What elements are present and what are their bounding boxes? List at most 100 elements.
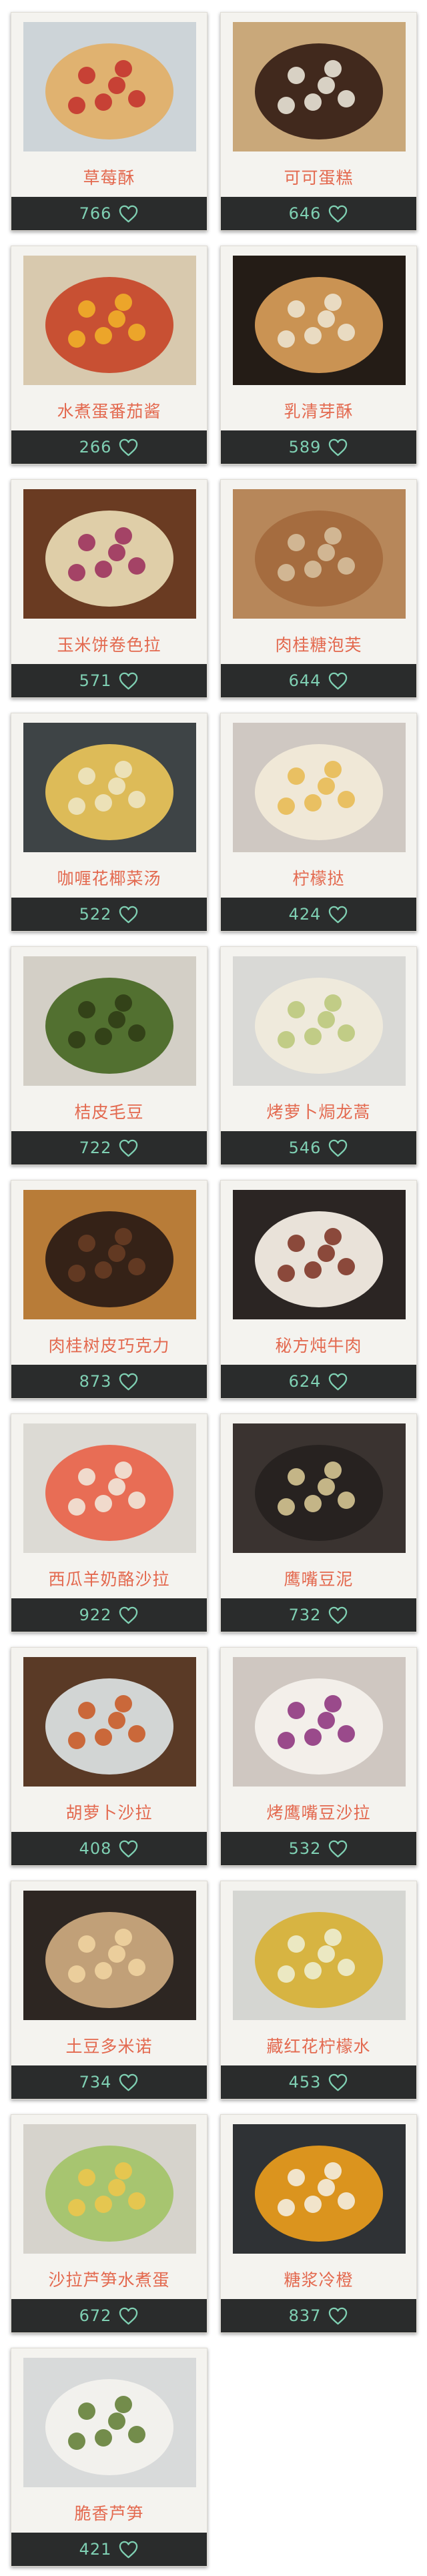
recipe-card[interactable]: 烤萝卜焗龙蒿 546 (220, 946, 417, 1165)
recipe-title[interactable]: 肉桂树皮巧克力 (11, 1326, 207, 1366)
recipe-title[interactable]: 水煮蛋番茄酱 (11, 392, 207, 432)
recipe-title[interactable]: 沙拉芦笋水煮蛋 (11, 2260, 207, 2300)
heart-icon[interactable] (118, 438, 139, 457)
recipe-photo[interactable] (233, 1190, 406, 1319)
recipe-card[interactable]: 烤鹰嘴豆沙拉 532 (220, 1647, 417, 1866)
recipe-photo[interactable] (233, 256, 406, 385)
recipe-card[interactable]: 肉桂糖泡芙 644 (220, 479, 417, 698)
like-count: 922 (79, 1606, 112, 1624)
like-count: 266 (79, 438, 112, 456)
heart-icon[interactable] (328, 1606, 348, 1625)
recipe-title[interactable]: 玉米饼卷色拉 (11, 625, 207, 665)
like-bar: 922 (11, 1598, 207, 1632)
recipe-title[interactable]: 秘方炖牛肉 (221, 1326, 416, 1366)
recipe-title[interactable]: 土豆多米诺 (11, 2027, 207, 2067)
heart-icon[interactable] (328, 1372, 348, 1391)
recipe-card[interactable]: 糖浆冷橙 837 (220, 2114, 417, 2333)
recipe-title[interactable]: 鹰嘴豆泥 (221, 1560, 416, 1600)
like-bar: 734 (11, 2065, 207, 2099)
recipe-title[interactable]: 柠檬挞 (221, 859, 416, 899)
like-bar: 873 (11, 1365, 207, 1398)
recipe-photo[interactable] (233, 956, 406, 1086)
recipe-photo[interactable] (23, 1891, 196, 2020)
recipe-title[interactable]: 西瓜羊奶酪沙拉 (11, 1560, 207, 1600)
heart-icon[interactable] (118, 204, 139, 224)
recipe-title[interactable]: 烤萝卜焗龙蒿 (221, 1092, 416, 1133)
heart-icon[interactable] (328, 905, 348, 924)
recipe-photo[interactable] (233, 22, 406, 151)
recipe-photo[interactable] (23, 256, 196, 385)
recipe-grid: 草莓酥 766 可可蛋糕 646 水煮蛋番茄酱 266 乳清芽酥 589 玉米饼卷色拉 571 肉桂… (0, 0, 427, 2576)
recipe-title[interactable]: 糖浆冷橙 (221, 2260, 416, 2300)
recipe-photo[interactable] (23, 1423, 196, 1553)
recipe-card[interactable]: 乳清芽酥 589 (220, 246, 417, 464)
recipe-photo[interactable] (23, 1190, 196, 1319)
recipe-photo[interactable] (23, 1657, 196, 1787)
recipe-title[interactable]: 可可蛋糕 (221, 158, 416, 198)
heart-icon[interactable] (328, 1139, 348, 1158)
like-bar: 532 (221, 1832, 416, 1865)
recipe-card[interactable]: 桔皮毛豆 722 (11, 946, 207, 1165)
recipe-photo[interactable] (23, 22, 196, 151)
recipe-photo[interactable] (233, 2124, 406, 2254)
heart-icon[interactable] (118, 1606, 139, 1625)
recipe-photo[interactable] (23, 2124, 196, 2254)
recipe-photo[interactable] (23, 956, 196, 1086)
recipe-card[interactable]: 土豆多米诺 734 (11, 1881, 207, 2100)
heart-icon[interactable] (118, 2306, 139, 2326)
heart-icon[interactable] (328, 2306, 348, 2326)
recipe-photo[interactable] (233, 489, 406, 619)
recipe-card[interactable]: 肉桂树皮巧克力 873 (11, 1180, 207, 1399)
recipe-title[interactable]: 胡萝卜沙拉 (11, 1793, 207, 1833)
heart-icon[interactable] (118, 2073, 139, 2092)
like-count: 722 (79, 1139, 112, 1157)
recipe-card[interactable]: 水煮蛋番茄酱 266 (11, 246, 207, 464)
recipe-photo[interactable] (233, 1657, 406, 1787)
heart-icon[interactable] (118, 905, 139, 924)
recipe-title[interactable]: 藏红花柠檬水 (221, 2027, 416, 2067)
recipe-photo[interactable] (233, 1891, 406, 2020)
recipe-title[interactable]: 桔皮毛豆 (11, 1092, 207, 1133)
like-count: 672 (79, 2306, 112, 2325)
heart-icon[interactable] (328, 671, 348, 691)
recipe-card[interactable]: 可可蛋糕 646 (220, 12, 417, 231)
heart-icon[interactable] (118, 671, 139, 691)
recipe-card[interactable]: 脆香芦笋 421 (11, 2348, 207, 2567)
heart-icon[interactable] (328, 1839, 348, 1859)
recipe-title[interactable]: 咖喱花椰菜汤 (11, 859, 207, 899)
like-count: 571 (79, 671, 112, 690)
recipe-title[interactable]: 草莓酥 (11, 158, 207, 198)
like-count: 837 (288, 2306, 322, 2325)
recipe-photo[interactable] (23, 723, 196, 852)
like-count: 424 (288, 905, 322, 924)
recipe-card[interactable]: 草莓酥 766 (11, 12, 207, 231)
like-bar: 722 (11, 1131, 207, 1165)
recipe-card[interactable]: 胡萝卜沙拉 408 (11, 1647, 207, 1866)
like-count: 732 (288, 1606, 322, 1624)
like-bar: 546 (221, 1131, 416, 1165)
recipe-title[interactable]: 肉桂糖泡芙 (221, 625, 416, 665)
recipe-card[interactable]: 玉米饼卷色拉 571 (11, 479, 207, 698)
recipe-card[interactable]: 鹰嘴豆泥 732 (220, 1413, 417, 1632)
recipe-photo[interactable] (233, 1423, 406, 1553)
recipe-title[interactable]: 脆香芦笋 (11, 2494, 207, 2534)
recipe-card[interactable]: 咖喱花椰菜汤 522 (11, 713, 207, 932)
recipe-card[interactable]: 沙拉芦笋水煮蛋 672 (11, 2114, 207, 2333)
recipe-card[interactable]: 秘方炖牛肉 624 (220, 1180, 417, 1399)
heart-icon[interactable] (328, 438, 348, 457)
heart-icon[interactable] (328, 2073, 348, 2092)
heart-icon[interactable] (328, 204, 348, 224)
recipe-card[interactable]: 柠檬挞 424 (220, 713, 417, 932)
recipe-card[interactable]: 藏红花柠檬水 453 (220, 1881, 417, 2100)
recipe-photo[interactable] (233, 723, 406, 852)
recipe-card[interactable]: 西瓜羊奶酪沙拉 922 (11, 1413, 207, 1632)
recipe-title[interactable]: 乳清芽酥 (221, 392, 416, 432)
heart-icon[interactable] (118, 2540, 139, 2559)
like-count: 766 (79, 204, 112, 223)
recipe-photo[interactable] (23, 489, 196, 619)
recipe-photo[interactable] (23, 2358, 196, 2487)
heart-icon[interactable] (118, 1372, 139, 1391)
heart-icon[interactable] (118, 1139, 139, 1158)
recipe-title[interactable]: 烤鹰嘴豆沙拉 (221, 1793, 416, 1833)
heart-icon[interactable] (118, 1839, 139, 1859)
